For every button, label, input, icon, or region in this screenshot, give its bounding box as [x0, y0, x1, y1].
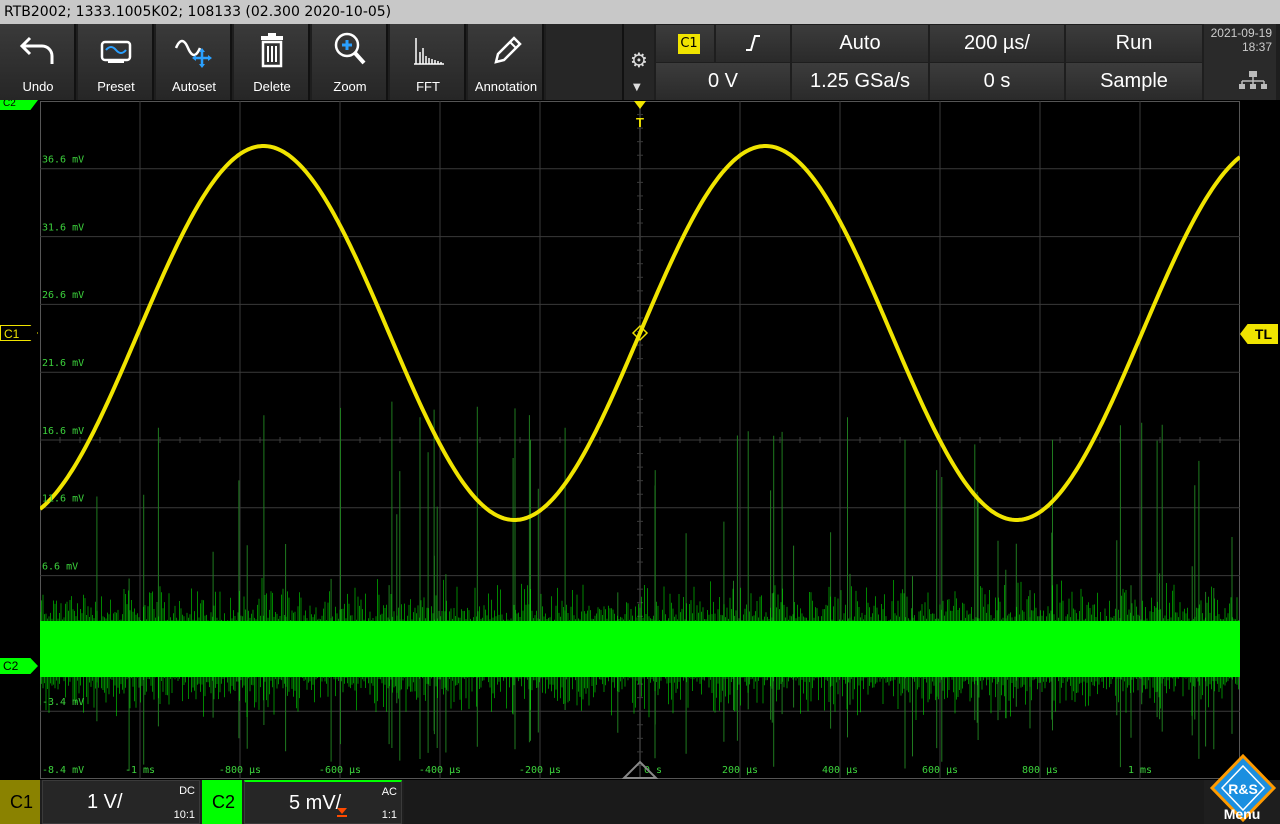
- timebase-scale[interactable]: 200 µs/: [930, 25, 1064, 62]
- ch2-coupling: AC: [381, 786, 397, 798]
- trigger-mode[interactable]: Auto: [792, 25, 928, 62]
- network-icon: [1239, 71, 1267, 89]
- y-tick-label: 31.6 mV: [42, 222, 84, 233]
- time-text: 18:37: [1241, 40, 1272, 54]
- logo-text: R&S: [1228, 781, 1258, 797]
- trigger-level[interactable]: 0 V: [656, 63, 790, 100]
- settings-button[interactable]: ⚙ ▼: [624, 24, 654, 100]
- x-tick-label: 200 µs: [722, 765, 758, 776]
- trigger-source-badge: C1: [678, 34, 700, 54]
- zoom-button[interactable]: Zoom: [312, 24, 388, 100]
- ch1-probe: 10:1: [173, 809, 195, 821]
- x-tick-label: -800 µs: [219, 765, 261, 776]
- bandwidth-limit-icon: [337, 808, 347, 817]
- undo-button[interactable]: Undo: [0, 24, 76, 100]
- y-tick-label: -3.4 mV: [42, 697, 84, 708]
- channel-bar: C1 1 V/ DC 10:1 C2 5 mV/ AC 1:1: [0, 780, 1280, 824]
- preset-label: Preset: [97, 79, 135, 94]
- undo-label: Undo: [22, 79, 54, 94]
- x-tick-label: -600 µs: [319, 765, 361, 776]
- x-tick-label: 1 ms: [1128, 765, 1152, 776]
- zoom-icon: [334, 32, 366, 65]
- annotation-label: Annotation: [474, 79, 538, 94]
- date-text: 2021-09-19: [1210, 26, 1272, 40]
- fft-label: FFT: [416, 79, 440, 94]
- x-tick-label: -1 ms: [125, 765, 155, 776]
- y-tick-label: 11.6 mV: [42, 494, 84, 505]
- trigger-position-marker[interactable]: T: [634, 101, 646, 130]
- acquisition-mode[interactable]: Sample: [1066, 63, 1202, 100]
- preset-icon: [100, 40, 132, 63]
- y-tick-label: 26.6 mV: [42, 290, 84, 301]
- toolbar-empty-slot: [546, 24, 624, 100]
- menu-button[interactable]: Menu: [1210, 806, 1274, 822]
- rising-edge-icon: [746, 35, 760, 51]
- ch2-scale: 5 mV/: [289, 792, 342, 814]
- delete-button[interactable]: Delete: [234, 24, 310, 100]
- ch1-scale: 1 V/: [87, 791, 123, 813]
- horizontal-position[interactable]: 0 s: [930, 63, 1064, 100]
- zoom-label: Zoom: [333, 79, 367, 94]
- x-tick-label: 800 µs: [1022, 765, 1058, 776]
- ch2-tag[interactable]: C2: [202, 780, 242, 824]
- toolbar: Undo Preset Autoset Delete Zoom FFT Anno…: [0, 24, 1280, 100]
- trigger-slope-cell[interactable]: [716, 25, 790, 62]
- x-axis-labels: -1 ms -800 µs -600 µs -400 µs -200 µs 0 s 200 …: [125, 765, 1152, 776]
- y-tick-label: -8.4 mV: [42, 765, 84, 776]
- autoset-button[interactable]: Autoset: [156, 24, 232, 100]
- fft-button[interactable]: FFT: [390, 24, 466, 100]
- ch1-coupling: DC: [179, 785, 195, 797]
- dropdown-triangle-icon: ▼: [633, 82, 641, 93]
- title-bar: RTB2002; 1333.1005K02; 108133 (02.300 20…: [0, 0, 1280, 24]
- y-tick-label: 36.6 mV: [42, 155, 84, 166]
- bottom-empty-area: [404, 780, 1204, 824]
- ch1-tag[interactable]: C1: [0, 780, 40, 824]
- pen-icon: [494, 36, 522, 64]
- ch2-settings[interactable]: 5 mV/ AC 1:1: [244, 780, 402, 824]
- fft-icon: [414, 38, 444, 65]
- c1-offset-marker[interactable]: C1: [0, 325, 38, 341]
- x-tick-label: 400 µs: [822, 765, 858, 776]
- ch1-settings[interactable]: 1 V/ DC 10:1: [42, 780, 200, 824]
- y-axis-labels: 36.6 mV 31.6 mV 26.6 mV 21.6 mV 16.6 mV 11.6 …: [42, 155, 84, 776]
- trash-icon: [261, 33, 283, 68]
- annotation-button[interactable]: Annotation: [468, 24, 544, 100]
- x-tick-label: -200 µs: [519, 765, 561, 776]
- x-tick-label: 600 µs: [922, 765, 958, 776]
- waveform-display[interactable]: 36.6 mV 31.6 mV 26.6 mV 21.6 mV 16.6 mV 11.6 …: [40, 101, 1240, 779]
- gear-icon: ⚙: [630, 48, 648, 72]
- sample-rate: 1.25 GSa/s: [792, 63, 928, 100]
- c2-offset-marker[interactable]: C2: [0, 658, 38, 674]
- ch2-probe: 1:1: [381, 809, 397, 821]
- run-stop-state[interactable]: Run: [1066, 25, 1202, 62]
- y-tick-label: 21.6 mV: [42, 358, 84, 369]
- y-tick-label: 16.6 mV: [42, 426, 84, 437]
- autoset-label: Autoset: [171, 79, 217, 94]
- x-tick-label: -400 µs: [419, 765, 461, 776]
- autoset-icon: [174, 39, 212, 68]
- trigger-pos-label: T: [636, 115, 644, 130]
- delete-label: Delete: [253, 79, 291, 94]
- undo-arrow-icon: [19, 36, 54, 64]
- trigger-level-marker[interactable]: TL: [1240, 324, 1278, 344]
- c2-offscreen-marker[interactable]: C2: [0, 100, 38, 110]
- preset-button[interactable]: Preset: [78, 24, 154, 100]
- y-tick-label: 6.6 mV: [42, 561, 78, 572]
